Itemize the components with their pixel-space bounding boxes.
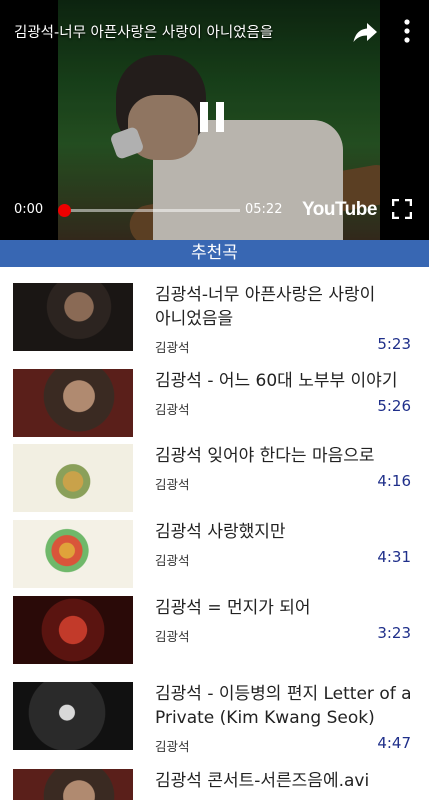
video-channel: 김광석 — [155, 629, 190, 644]
video-thumbnail[interactable] — [13, 283, 133, 351]
video-channel: 김광석 — [155, 340, 190, 355]
thumbnail-image — [13, 682, 133, 750]
video-title[interactable]: 김광석 콘서트-서른즈음에.avi — [155, 769, 423, 793]
total-time: 05:22 — [245, 202, 283, 217]
video-thumbnail[interactable] — [13, 444, 133, 512]
thumbnail-image — [13, 444, 133, 512]
video-channel: 김광석 — [155, 739, 190, 754]
video-thumbnail[interactable] — [13, 520, 133, 588]
video-title-line: 아니었음을 — [155, 309, 234, 329]
video-title[interactable]: 김광석 = 먼지가 되어 — [155, 596, 423, 620]
youtube-logo[interactable]: YouTube — [302, 199, 377, 221]
recommended-header: 추천곡 — [0, 240, 429, 267]
video-duration: 3:23 — [377, 624, 411, 642]
video-title[interactable]: 김광석 잊어야 한다는 마음으로 — [155, 444, 423, 468]
video-title-line: 김광석 콘서트-서른즈음에.avi — [155, 771, 370, 791]
video-channel: 김광석 — [155, 553, 190, 568]
video-thumbnail[interactable] — [13, 369, 133, 437]
video-title[interactable]: 김광석-너무 아픈사랑은 사랑이아니었음을 — [155, 283, 423, 331]
video-title-line: Private (Kim Kwang Seok) — [155, 708, 375, 728]
video-duration: 4:31 — [377, 548, 411, 566]
progress-scrubber[interactable] — [57, 204, 71, 217]
pause-icon[interactable] — [198, 100, 226, 134]
video-title-line: 김광석 - 이등병의 편지 Letter of a — [155, 684, 412, 704]
video-duration: 4:16 — [377, 472, 411, 490]
video-title-line: 김광석 사랑했지만 — [155, 522, 286, 542]
thumbnail-image — [13, 283, 133, 351]
video-duration: 5:23 — [377, 335, 411, 353]
current-time: 0:00 — [14, 202, 44, 217]
video-duration: 4:47 — [377, 734, 411, 752]
video-title[interactable]: 김광석 - 어느 60대 노부부 이야기 — [155, 369, 423, 393]
more-vert-icon[interactable] — [398, 18, 416, 44]
video-duration: 5:26 — [377, 397, 411, 415]
thumbnail-image — [13, 769, 133, 800]
progress-bar[interactable] — [57, 204, 240, 217]
video-player[interactable]: 김광석-너무 아픈사랑은 사랑이 아니었음을 0:00 05:22 YouTub… — [0, 0, 429, 240]
video-title-line: 김광석 = 먼지가 되어 — [155, 598, 311, 618]
video-title-line: 김광석 잊어야 한다는 마음으로 — [155, 446, 375, 466]
video-title: 김광석-너무 아픈사랑은 사랑이 아니었음을 — [14, 25, 274, 41]
video-channel: 김광석 — [155, 477, 190, 492]
video-channel: 김광석 — [155, 402, 190, 417]
video-title-line: 김광석-너무 아픈사랑은 사랑이 — [155, 285, 376, 305]
thumbnail-image — [13, 596, 133, 664]
fullscreen-icon[interactable] — [392, 199, 412, 219]
video-thumbnail[interactable] — [13, 769, 133, 800]
thumbnail-image — [13, 369, 133, 437]
thumbnail-image — [13, 520, 133, 588]
video-title[interactable]: 김광석 - 이등병의 편지 Letter of a Private (Kim Kw… — [155, 682, 423, 730]
video-title[interactable]: 김광석 사랑했지만 — [155, 520, 423, 544]
video-title-line: 김광석 - 어느 60대 노부부 이야기 — [155, 371, 398, 391]
video-thumbnail[interactable] — [13, 682, 133, 750]
share-icon[interactable] — [352, 20, 378, 44]
video-thumbnail[interactable] — [13, 596, 133, 664]
